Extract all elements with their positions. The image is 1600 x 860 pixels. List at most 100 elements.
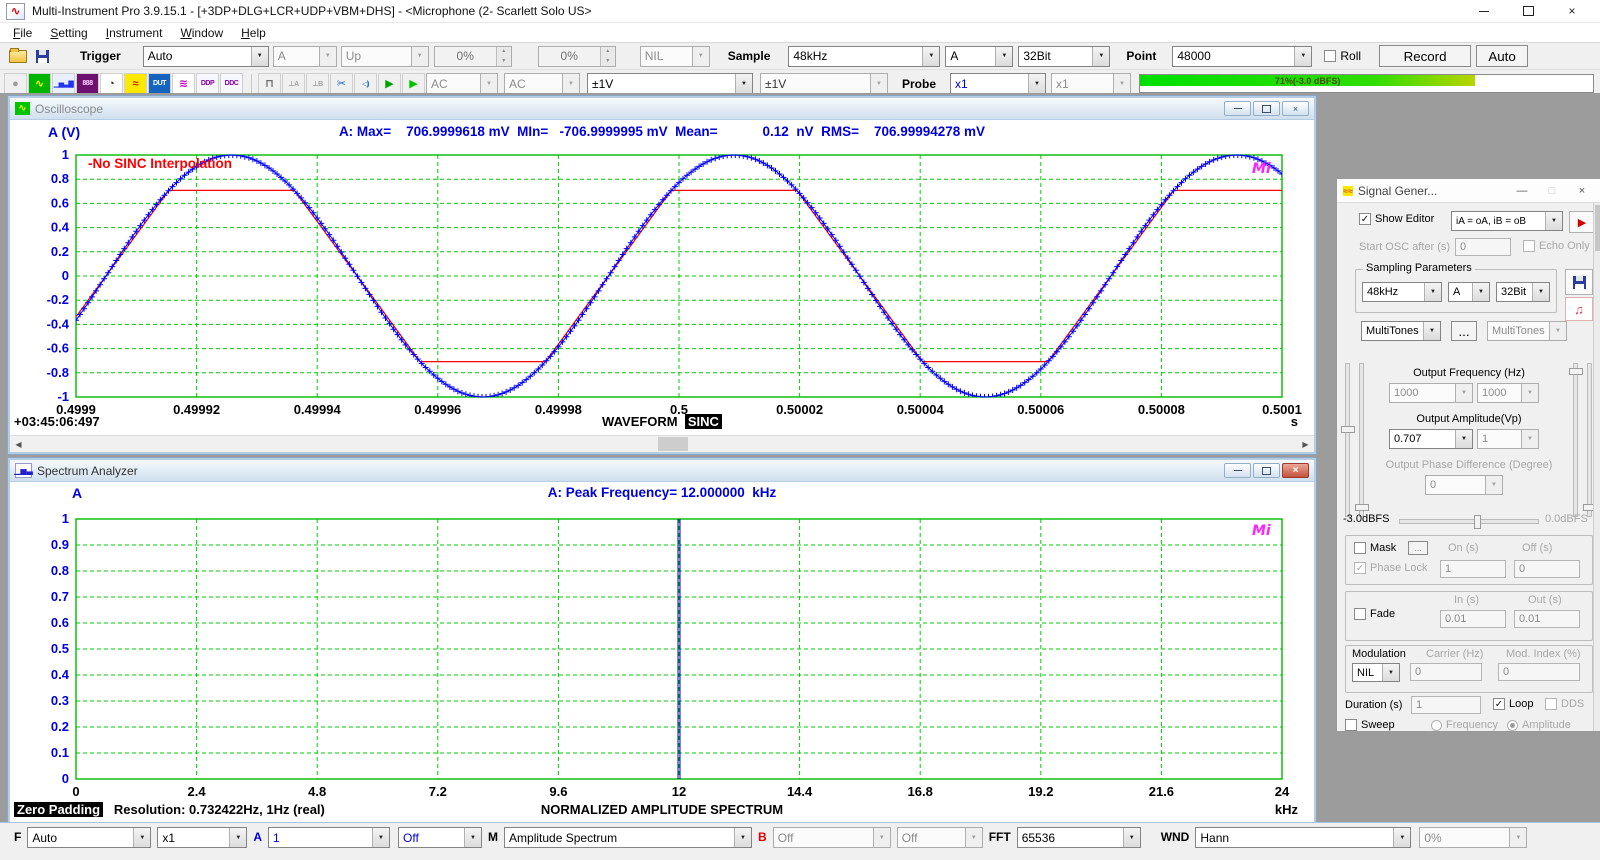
- menu-instrument[interactable]: Instrument: [97, 26, 172, 40]
- sg-channel-select[interactable]: A▼: [1448, 282, 1490, 302]
- probe-a-select[interactable]: x1▼: [950, 73, 1046, 94]
- multimeter-icon[interactable]: 888: [76, 73, 99, 95]
- frequency-a-select[interactable]: 1000▼: [1389, 383, 1473, 403]
- phase-select[interactable]: 0▼: [1425, 475, 1503, 495]
- modulation-type-select[interactable]: NIL▼: [1352, 663, 1400, 682]
- mask-on-input[interactable]: 1: [1440, 560, 1506, 578]
- record-button[interactable]: Record: [1379, 45, 1471, 67]
- sg-save-icon[interactable]: [1565, 269, 1593, 295]
- trigger-marker-b-icon[interactable]: ⊥B: [306, 73, 329, 95]
- mask-off-input[interactable]: 0: [1514, 560, 1580, 578]
- signal-generator-run-button[interactable]: ▶: [1569, 211, 1595, 233]
- waveform-b-select[interactable]: MultiTones▼: [1487, 321, 1567, 341]
- frequency-multiplier-select[interactable]: x1▼: [157, 827, 247, 848]
- left-slider-b[interactable]: [1359, 363, 1364, 517]
- coupling-b-select[interactable]: AC▼: [504, 73, 580, 94]
- frequency-axis-select[interactable]: Auto▼: [27, 827, 151, 848]
- sg-rate-select[interactable]: 48kHz▼: [1362, 282, 1442, 302]
- spectrum-analyzer-icon[interactable]: ▁▅▃▇: [52, 73, 75, 95]
- spectrum-minimize-button[interactable]: [1224, 463, 1251, 478]
- scroll-left-icon[interactable]: ◀: [11, 437, 26, 451]
- right-slider-a[interactable]: [1573, 363, 1578, 517]
- spectrum-maximize-button[interactable]: [1253, 463, 1280, 478]
- save-file-icon[interactable]: [30, 50, 54, 63]
- derived-data-curve-icon[interactable]: ≋: [172, 73, 195, 95]
- ddc-array-icon[interactable]: DDC: [220, 73, 243, 95]
- coupling-a-select[interactable]: AC▼: [426, 73, 498, 94]
- duration-input[interactable]: 1: [1411, 696, 1481, 714]
- sweep-checkbox[interactable]: Sweep: [1345, 719, 1395, 731]
- b-reference-select[interactable]: Off▼: [897, 827, 983, 848]
- sg-bits-select[interactable]: 32Bit▼: [1496, 282, 1550, 302]
- menu-file[interactable]: File: [4, 26, 41, 40]
- range-b-select[interactable]: ±1V▼: [760, 73, 888, 94]
- dds-checkbox[interactable]: DDS: [1545, 698, 1584, 710]
- amplitude-a-select[interactable]: 0.707▼: [1389, 429, 1473, 449]
- spectrum-titlebar[interactable]: ▁▅▃ Spectrum Analyzer ×: [10, 460, 1314, 482]
- trigger-mode-select[interactable]: Auto▼: [143, 46, 269, 67]
- sg-music-note-icon[interactable]: ♫: [1565, 297, 1593, 321]
- sound-device-icon[interactable]: ◁): [354, 73, 377, 95]
- carrier-input[interactable]: 0: [1410, 663, 1482, 681]
- sinc-badge[interactable]: SINC: [685, 414, 722, 429]
- scroll-thumb[interactable]: [658, 437, 688, 451]
- start-osc-input[interactable]: 0: [1455, 238, 1511, 256]
- mod-index-input[interactable]: 0: [1498, 663, 1580, 681]
- measurement-select[interactable]: Amplitude Spectrum▼: [504, 827, 752, 848]
- b-range-select[interactable]: Off▼: [773, 827, 891, 848]
- trigger-source-select[interactable]: A▼: [273, 46, 337, 67]
- probe-b-select[interactable]: x1▼: [1051, 73, 1131, 94]
- waveform-more-button[interactable]: ...: [1451, 321, 1477, 341]
- maximize-button[interactable]: [1506, 1, 1550, 22]
- menu-help[interactable]: Help: [232, 26, 275, 40]
- fade-out-input[interactable]: 0.01: [1514, 610, 1580, 628]
- record-length-select[interactable]: 48000▼: [1172, 46, 1312, 67]
- trigger-delay-spinner[interactable]: 0% ▲▼: [538, 46, 616, 67]
- signal-generator-close-button[interactable]: ×: [1569, 182, 1595, 200]
- signal-generator-scrollbar[interactable]: [1593, 203, 1600, 731]
- spectrum-close-button[interactable]: ×: [1282, 463, 1309, 478]
- show-editor-checkbox[interactable]: Show Editor: [1359, 213, 1434, 225]
- menu-setting[interactable]: Setting: [41, 26, 96, 40]
- spectrum-3d-plot-icon[interactable]: ◔: [100, 73, 123, 95]
- sweep-amplitude-radio[interactable]: Amplitude: [1507, 719, 1571, 731]
- trigger-level-spinner[interactable]: 0% ▲▼: [434, 46, 512, 67]
- echo-only-checkbox[interactable]: Echo Only: [1523, 240, 1590, 252]
- record-icon[interactable]: ●: [4, 73, 27, 95]
- right-slider-b[interactable]: [1587, 363, 1592, 517]
- signal-generator-icon[interactable]: ≈: [124, 73, 147, 95]
- oscilloscope-icon[interactable]: ∿: [28, 73, 51, 95]
- sampling-rate-select[interactable]: 48kHz▼: [788, 46, 940, 67]
- oscilloscope-close-button[interactable]: ×: [1282, 101, 1309, 116]
- phase-lock-checkbox[interactable]: Phase Lock: [1354, 562, 1427, 574]
- ddp-viewer-icon[interactable]: DDP: [196, 73, 219, 95]
- fade-checkbox[interactable]: Fade: [1354, 608, 1395, 620]
- signal-generator-titlebar[interactable]: ≈≈ Signal Gener... — □ ×: [1337, 179, 1600, 203]
- mask-more-button[interactable]: ...: [1408, 541, 1428, 555]
- sweep-frequency-radio[interactable]: Frequency: [1431, 719, 1498, 731]
- dbfs-slider[interactable]: [1399, 519, 1539, 524]
- a-range-select[interactable]: 1▼: [268, 827, 390, 848]
- open-file-icon[interactable]: [6, 50, 30, 63]
- mask-checkbox[interactable]: Mask: [1354, 542, 1396, 554]
- signal-generator-minimize-button[interactable]: —: [1509, 182, 1535, 200]
- oscilloscope-maximize-button[interactable]: [1253, 101, 1280, 116]
- frequency-b-select[interactable]: 1000▼: [1477, 383, 1539, 403]
- left-slider-a[interactable]: [1345, 363, 1350, 517]
- oscilloscope-minimize-button[interactable]: [1224, 101, 1251, 116]
- scroll-right-icon[interactable]: ▶: [1298, 437, 1313, 451]
- sound-card-calibration-icon[interactable]: ✂: [330, 73, 353, 95]
- trigger-marker-a-icon[interactable]: ⊥A: [282, 73, 305, 95]
- frequency-rejection-select[interactable]: NIL▼: [640, 46, 710, 67]
- amplitude-b-select[interactable]: 1▼: [1477, 429, 1539, 449]
- a-reference-select[interactable]: Off▼: [398, 827, 482, 848]
- menu-window[interactable]: Window: [171, 26, 232, 40]
- overlap-select[interactable]: 0%▼: [1419, 827, 1527, 848]
- minimize-button[interactable]: [1462, 1, 1506, 22]
- waveform-a-select[interactable]: MultiTones▼: [1361, 321, 1441, 341]
- trigger-edge-select[interactable]: Up▼: [341, 46, 429, 67]
- loop-checkbox[interactable]: Loop: [1493, 698, 1533, 710]
- fade-in-input[interactable]: 0.01: [1440, 610, 1506, 628]
- bit-depth-select[interactable]: 32Bit▼: [1018, 46, 1110, 67]
- roll-checkbox[interactable]: Roll: [1324, 49, 1361, 63]
